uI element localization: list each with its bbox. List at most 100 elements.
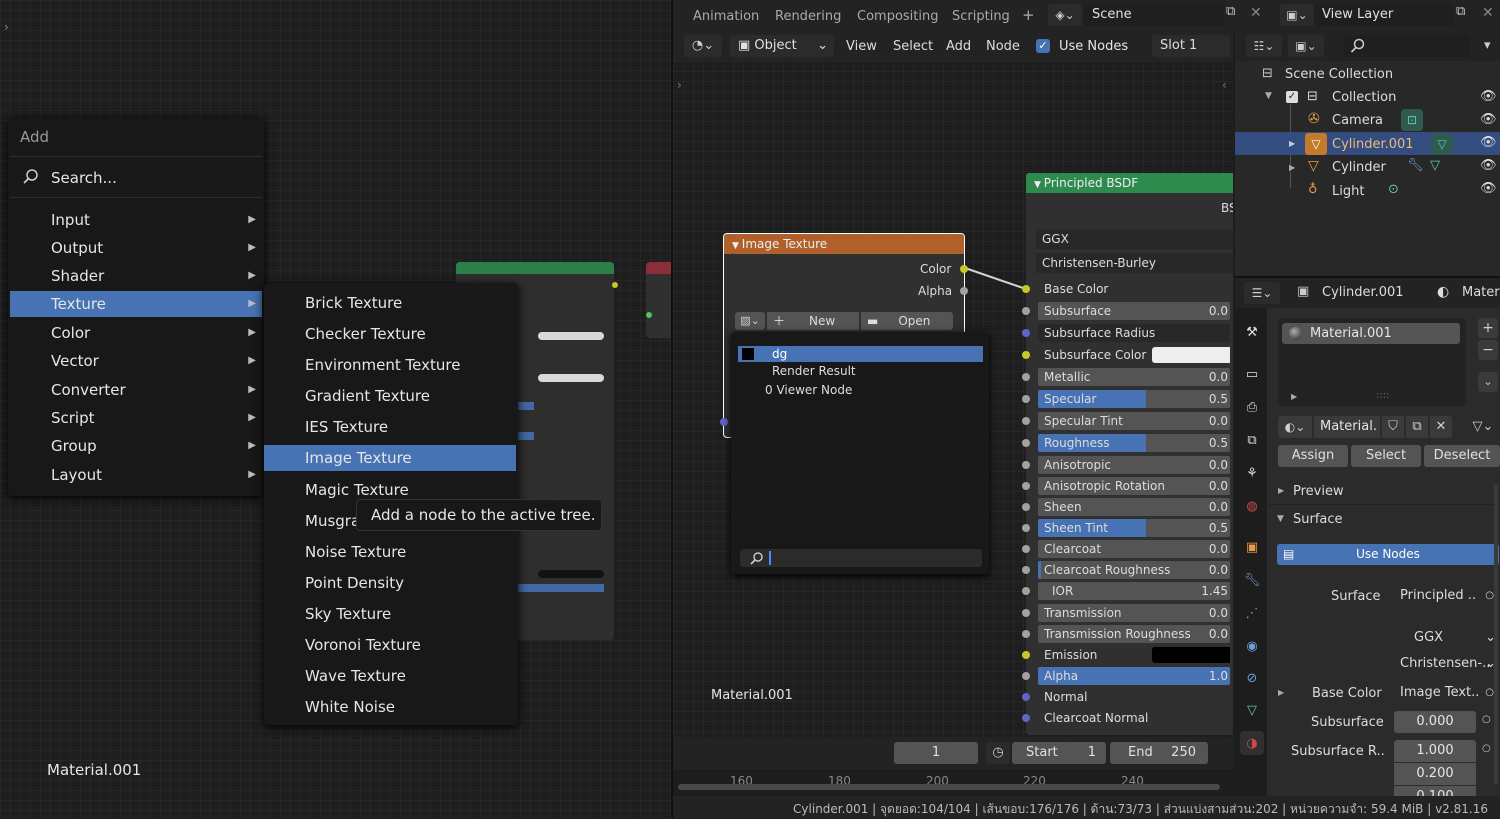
distribution-dropdown-props[interactable]: GGX ⌄ xyxy=(1394,627,1500,649)
input-specular-tint[interactable]: Specular Tint 0.0 xyxy=(1038,412,1230,430)
render-tab-icon[interactable]: ▭ xyxy=(1240,362,1264,386)
base-color-expand-icon[interactable]: ▶ xyxy=(1278,688,1284,697)
subsurface-method-dropdown-props[interactable]: Christensen-.. ⌄ xyxy=(1394,653,1500,675)
outliner-item-cylinder[interactable]: Cylinder xyxy=(1332,160,1386,175)
new-image-button[interactable]: ＋ New xyxy=(767,312,859,330)
menu-view[interactable]: View xyxy=(846,39,877,54)
add-slot-button[interactable]: + xyxy=(1478,318,1498,338)
tab-compositing[interactable]: Compositing xyxy=(850,6,946,28)
camera-data-icon[interactable]: ⊡ xyxy=(1401,109,1423,131)
subsurface-socket[interactable] xyxy=(1022,307,1030,315)
input-base-color[interactable]: Base Color xyxy=(1038,280,1230,298)
input-emission[interactable]: Emission xyxy=(1038,646,1230,664)
sidebar-expand-icon[interactable]: ‹ xyxy=(1222,78,1227,92)
subsurface-radius-x[interactable]: 1.000 xyxy=(1394,740,1476,762)
editor-type-icon[interactable]: ◔⌄ xyxy=(684,35,722,57)
subsurface-value-field[interactable]: 0.000 xyxy=(1394,711,1476,733)
modifier-tab-icon[interactable]: 🔧︎ xyxy=(1240,568,1264,592)
object-tab-icon[interactable]: ▣ xyxy=(1240,535,1264,559)
list-expand-icon[interactable]: ▶ xyxy=(1291,392,1297,401)
cylinder-001-eye-icon[interactable]: 👁 xyxy=(1480,135,1497,150)
cylinder-eye-icon[interactable]: 👁 xyxy=(1480,158,1497,173)
scene-name-field[interactable]: Scene xyxy=(1084,4,1224,26)
expand-arrow-icon[interactable]: ▶ xyxy=(1289,139,1295,148)
open-image-button[interactable]: ▬ Open xyxy=(861,312,953,330)
clock-icon[interactable]: ◷ xyxy=(986,742,1010,764)
browse-image-button[interactable]: ▨⌄ xyxy=(735,312,765,330)
input-clearcoat[interactable]: Clearcoat 0.0 xyxy=(1038,540,1230,558)
base-color-socket[interactable] xyxy=(1022,285,1030,293)
submenu-brick-texture[interactable]: Brick Texture xyxy=(264,290,516,316)
socket-dot-icon[interactable]: ○ xyxy=(1482,743,1491,754)
properties-scrollbar[interactable] xyxy=(1494,484,1498,784)
duplicate-material-icon[interactable]: ⧉ xyxy=(1406,416,1428,438)
toolbar-expand-icon[interactable]: › xyxy=(677,78,682,92)
delete-scene-icon[interactable]: ✕ xyxy=(1250,5,1262,21)
clearcoat-normal-socket[interactable] xyxy=(1022,714,1030,722)
new-scene-icon[interactable]: ⧉ xyxy=(1226,4,1244,26)
submenu-environment-texture[interactable]: Environment Texture xyxy=(264,352,516,378)
view-layer-selector-icon[interactable]: ▣⌄ xyxy=(1280,4,1314,26)
surface-shader-dropdown[interactable]: Principled .. ○ xyxy=(1394,585,1500,607)
menu-item-group[interactable]: Group ▶ xyxy=(10,433,262,459)
input-anisotropic[interactable]: Anisotropic 0.0 xyxy=(1038,456,1230,474)
vector-input-socket[interactable] xyxy=(720,418,728,426)
input-sheen[interactable]: Sheen 0.0 xyxy=(1038,498,1230,516)
filter-icon[interactable]: ▣⌄ xyxy=(1288,35,1324,57)
input-sheen-tint[interactable]: Sheen Tint 0.5 xyxy=(1038,519,1230,537)
menu-select[interactable]: Select xyxy=(893,39,933,54)
input-clearcoat-normal[interactable]: Clearcoat Normal xyxy=(1038,709,1230,727)
scene-selector-icon[interactable]: ◈⌄ xyxy=(1048,4,1082,26)
collection-eye-icon[interactable]: 👁 xyxy=(1480,89,1497,104)
clearcoat-socket[interactable] xyxy=(1022,545,1030,553)
input-subsurface[interactable]: Subsurface 0.0 xyxy=(1038,302,1230,320)
socket-dot-icon[interactable]: ○ xyxy=(1482,714,1491,725)
assign-button[interactable]: Assign xyxy=(1278,445,1348,467)
slot-dropdown[interactable]: Slot 1 xyxy=(1152,35,1230,57)
submenu-white-noise[interactable]: White Noise xyxy=(264,694,516,720)
specular-socket[interactable] xyxy=(1022,395,1030,403)
editor-type-icon[interactable]: ☰⌄ xyxy=(1244,282,1280,304)
remove-slot-button[interactable]: − xyxy=(1478,340,1498,360)
unlink-material-icon[interactable]: ✕ xyxy=(1430,416,1452,438)
view-layer-tab-icon[interactable]: ⧉ xyxy=(1240,428,1264,452)
menu-item-output[interactable]: Output ▶ xyxy=(10,235,262,261)
submenu-checker-texture[interactable]: Checker Texture xyxy=(264,321,516,347)
input-normal[interactable]: Normal xyxy=(1038,688,1230,706)
material-name-field[interactable]: Material. xyxy=(1314,416,1380,438)
menu-item-input[interactable]: Input ▶ xyxy=(10,207,262,233)
collection-checkbox[interactable]: ✓ xyxy=(1286,91,1298,103)
submenu-ies-texture[interactable]: IES Texture xyxy=(264,414,516,440)
link-type-dropdown-icon[interactable]: ▽⌄ xyxy=(1466,416,1500,438)
tool-tab-icon[interactable]: ⚒ xyxy=(1240,320,1264,344)
subsurface-radius-y[interactable]: 0.200 xyxy=(1394,763,1476,785)
base-color-link-field[interactable]: Image Text.. ○ xyxy=(1394,682,1500,704)
anisotropic-rotation-socket[interactable] xyxy=(1022,482,1030,490)
menu-item-texture[interactable]: Texture ▶ xyxy=(10,291,262,317)
input-subsurface-color[interactable]: Subsurface Color xyxy=(1038,346,1230,364)
object-mode-dropdown[interactable]: ▣ Object ⌄ xyxy=(730,35,834,57)
image-item-render-result[interactable]: Render Result xyxy=(772,364,856,378)
roughness-socket[interactable] xyxy=(1022,439,1030,447)
submenu-image-texture[interactable]: Image Texture xyxy=(264,445,516,471)
camera-eye-icon[interactable]: 👁 xyxy=(1480,112,1497,127)
scene-collection-label[interactable]: Scene Collection xyxy=(1285,67,1393,82)
expand-arrow-icon[interactable]: ▼ xyxy=(1265,91,1272,101)
filter-funnel-icon[interactable]: ▾ xyxy=(1484,38,1500,54)
input-specular[interactable]: Specular 0.5 xyxy=(1038,390,1230,408)
tab-scripting[interactable]: Scripting xyxy=(945,6,1017,28)
preview-expand-icon[interactable]: ▶ xyxy=(1278,486,1284,495)
emission-swatch[interactable] xyxy=(1152,647,1230,663)
slot-specials-button[interactable]: ⌄ xyxy=(1478,372,1498,392)
physics-tab-icon[interactable]: ◉ xyxy=(1240,634,1264,658)
start-frame-field[interactable]: Start 1 xyxy=(1012,742,1106,764)
outliner-search-input[interactable] xyxy=(1344,35,1470,57)
outliner-item-light[interactable]: Light xyxy=(1332,184,1364,199)
view-layer-name-field[interactable]: View Layer xyxy=(1314,4,1454,26)
end-frame-field[interactable]: End 250 xyxy=(1110,742,1208,764)
expand-arrow-icon[interactable]: ▶ xyxy=(1289,163,1295,172)
light-eye-icon[interactable]: 👁 xyxy=(1480,181,1497,196)
subsurface-radius-socket[interactable] xyxy=(1022,329,1030,337)
anisotropic-socket[interactable] xyxy=(1022,461,1030,469)
input-subsurface-radius[interactable]: Subsurface Radius xyxy=(1038,324,1230,342)
